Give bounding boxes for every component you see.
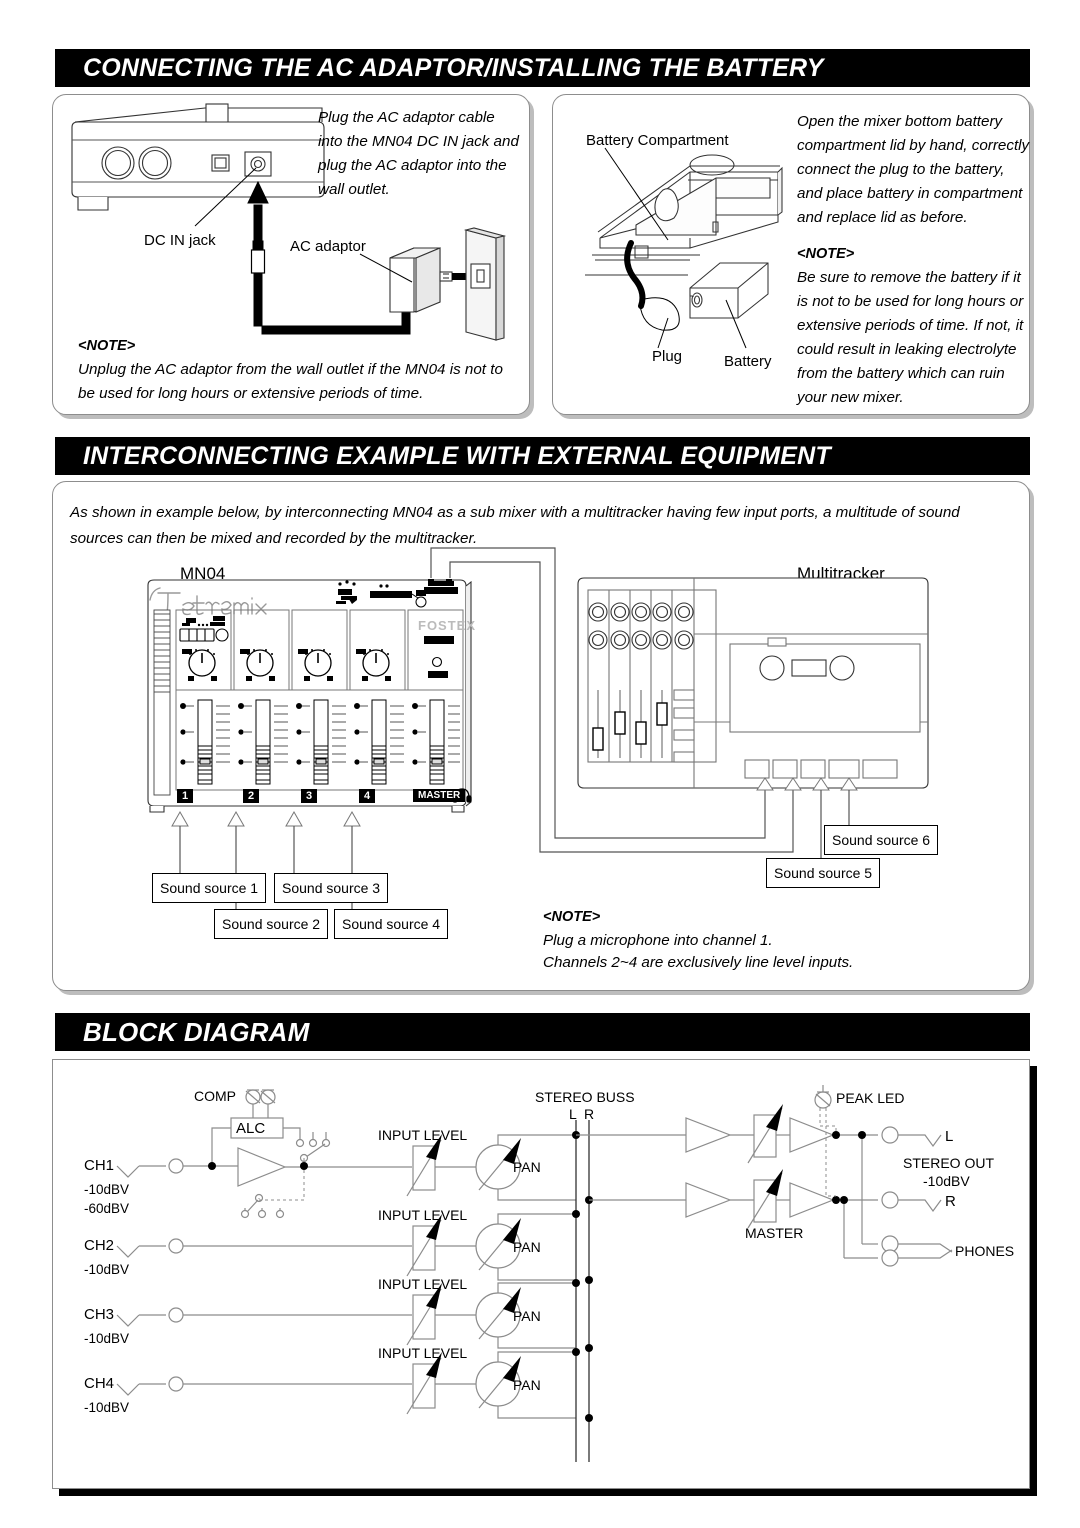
dc-in-jack-label: DC IN jack [144, 232, 216, 249]
sound-source-box-6: Sound source 6 [824, 825, 939, 855]
mixer-channel-label-4: 4 [359, 789, 376, 803]
block-ch3-level-1: -10dBV [84, 1331, 130, 1346]
stereo-out-l-label: L [945, 1128, 954, 1145]
ac-adaptor-label: AC adaptor [290, 238, 366, 255]
input-level-label-ch2: INPUT LEVEL [378, 1207, 468, 1223]
ac-instruction-text: Plug the AC adaptor cable into the MN04 … [318, 109, 519, 198]
interconnect-note-line2: Channels 2~4 are exclusively line level … [543, 954, 854, 971]
mn04-label: MN04 [180, 564, 226, 583]
block-ch4-level-1: -10dBV [84, 1400, 130, 1415]
block-ch2-level-1: -10dBV [84, 1262, 130, 1277]
stereo-buss-label: STEREO BUSS [535, 1089, 635, 1105]
section-header-ac-battery: CONNECTING THE AC ADAPTOR/INSTALLING THE… [55, 49, 1030, 87]
stereo-out-label: STEREO OUT [903, 1155, 995, 1171]
section-header-block-diagram: BLOCK DIAGRAM [55, 1013, 1030, 1051]
input-level-label-ch3: INPUT LEVEL [378, 1276, 468, 1292]
mixer-channel-label-3: 3 [301, 789, 318, 803]
section-title-text: INTERCONNECTING EXAMPLE WITH EXTERNAL EQ… [83, 441, 831, 470]
multitracker-label: Multitracker [797, 564, 885, 583]
input-level-label-ch4: INPUT LEVEL [378, 1345, 468, 1361]
pan-label-ch4: PAN [513, 1377, 541, 1393]
peak-led-label: PEAK LED [836, 1090, 905, 1106]
block-ch2-label: CH2 [84, 1237, 115, 1254]
buss-r-label: R [584, 1106, 595, 1122]
interconnect-intro-text: As shown in example below, by interconne… [70, 504, 960, 547]
battery-label: Battery [724, 353, 772, 370]
sound-source-box-1: Sound source 1 [152, 873, 267, 903]
plug-label: Plug [652, 348, 683, 365]
pan-label-ch1: PAN [513, 1159, 541, 1175]
sound-source-box-5: Sound source 5 [766, 858, 881, 888]
mixer-channel-label-2: 2 [243, 789, 260, 803]
interconnect-note-label: <NOTE> [543, 909, 601, 925]
interconnect-note-line1: Plug a microphone into channel 1. [543, 932, 773, 949]
mixer-channel-label-1: 1 [177, 789, 194, 803]
ac-note-text: Unplug the AC adaptor from the wall outl… [78, 361, 503, 402]
sound-source-box-4: Sound source 4 [334, 909, 449, 939]
ac-note-label: <NOTE> [78, 338, 136, 354]
stereo-out-level-label: -10dBV [923, 1173, 970, 1189]
battery-compartment-label: Battery Compartment [586, 132, 729, 149]
buss-l-label: L [569, 1106, 577, 1122]
block-ch4-label: CH4 [84, 1375, 115, 1392]
master-label: MASTER [745, 1225, 804, 1241]
block-ch1-level-2: -60dBV [84, 1201, 130, 1216]
battery-note-text: Be sure to remove the battery if it is n… [797, 269, 1024, 406]
battery-note-label: <NOTE> [797, 246, 855, 262]
alc-label: ALC [236, 1120, 266, 1137]
block-ch3-label: CH3 [84, 1306, 115, 1323]
section-title-text: CONNECTING THE AC ADAPTOR/INSTALLING THE… [83, 53, 824, 82]
mixer-master-label: MASTER [413, 789, 466, 802]
sound-source-box-2: Sound source 2 [214, 909, 329, 939]
battery-instruction-text: Open the mixer bottom battery compartmen… [797, 113, 1030, 226]
pan-label-ch2: PAN [513, 1239, 541, 1255]
block-diagram-panel [52, 1059, 1030, 1489]
interconnect-panel [52, 481, 1030, 991]
sound-source-box-3: Sound source 3 [274, 873, 389, 903]
section-header-interconnect: INTERCONNECTING EXAMPLE WITH EXTERNAL EQ… [55, 437, 1030, 475]
stereo-out-r-label: R [945, 1193, 956, 1210]
pan-label-ch3: PAN [513, 1308, 541, 1324]
manual-page: CONNECTING THE AC ADAPTOR/INSTALLING THE… [0, 0, 1080, 1528]
section-title-text: BLOCK DIAGRAM [83, 1016, 310, 1047]
input-level-label-ch1: INPUT LEVEL [378, 1127, 468, 1143]
comp-label: COMP [194, 1088, 236, 1104]
block-ch1-label: CH1 [84, 1157, 115, 1174]
phones-label: PHONES [955, 1243, 1015, 1259]
block-ch1-level-1: -10dBV [84, 1182, 130, 1197]
